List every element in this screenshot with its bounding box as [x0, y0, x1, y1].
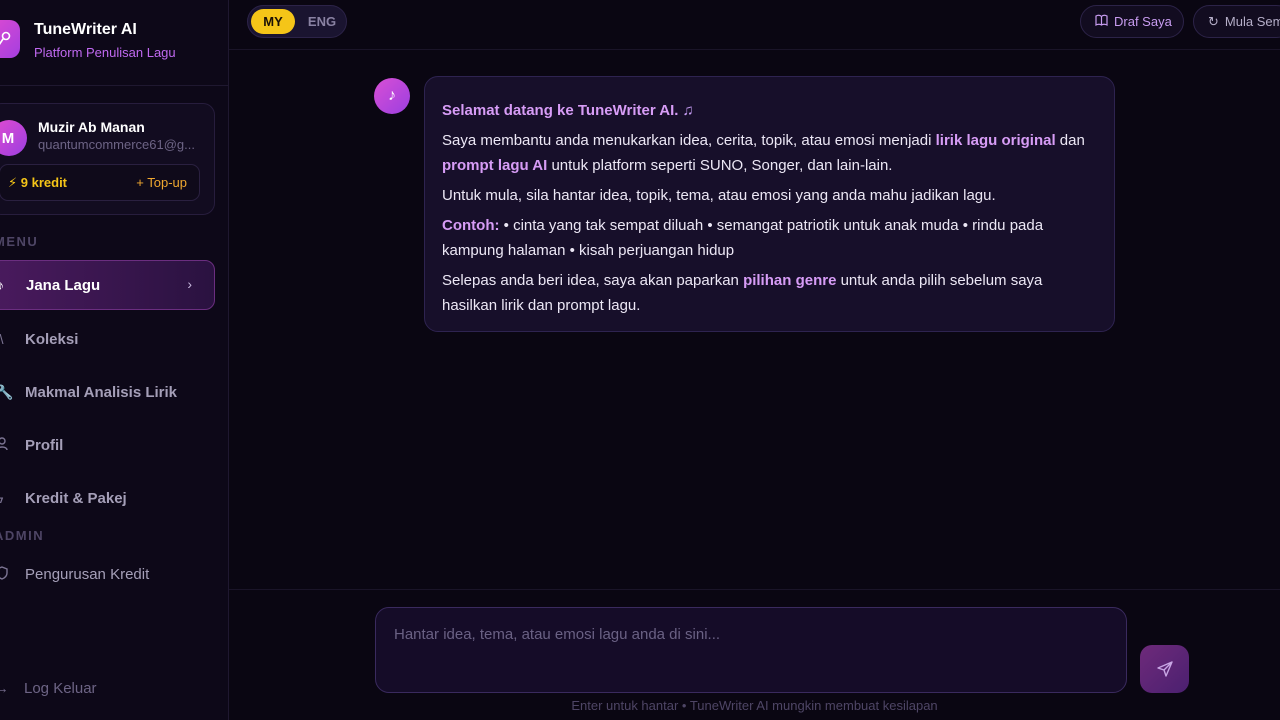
message-paragraph: Contoh: • cinta yang tak sempat diluah •…	[442, 217, 1044, 259]
sidebar-item-label: Kredit & Pakej	[25, 489, 127, 507]
logout-label: Log Keluar	[24, 680, 97, 697]
sidebar-item-kredit[interactable]: ϟ Kredit & Pakej	[0, 473, 215, 523]
sidebar-item-jana-lagu[interactable]: ♪ Jana Lagu ›	[0, 260, 215, 310]
music-note-icon: ♪	[388, 87, 396, 104]
composer-hint: Enter untuk hantar • TuneWriter AI mungk…	[571, 698, 938, 713]
sidebar-item-label: Jana Lagu	[26, 276, 101, 294]
draft-label: Draf Saya	[1114, 14, 1172, 29]
avatar: M	[0, 120, 27, 156]
draft-button[interactable]: Draf Saya	[1080, 5, 1184, 38]
brand-logo	[0, 20, 20, 58]
welcome-line: Selamat datang ke TuneWriter AI. ♫	[442, 102, 694, 119]
refresh-icon: ↻	[1208, 13, 1219, 29]
message-paragraph: Selepas anda beri idea, saya akan papark…	[442, 272, 1043, 314]
assistant-message: Selamat datang ke TuneWriter AI. ♫ Saya m…	[424, 76, 1115, 332]
topbar: MY ENG Draf Saya ↻ Mula Semula	[229, 0, 1280, 50]
menu-section-label: MENU	[0, 234, 39, 249]
shield-icon	[0, 565, 14, 583]
chevron-right-icon: ›	[187, 276, 192, 292]
lightning-icon: ⚡	[8, 175, 18, 190]
brand-subtitle: Platform Penulisan Lagu	[34, 45, 176, 60]
book-icon	[1095, 14, 1108, 29]
brand-title: TuneWriter AI	[34, 21, 137, 38]
library-icon: |\	[0, 331, 4, 347]
user-card: M Muzir Ab Manan quantumcommerce61@g... …	[0, 103, 215, 215]
admin-section-label: ADMIN	[0, 528, 45, 543]
music-notes-icon: ♫	[682, 102, 694, 119]
message-input[interactable]	[375, 607, 1127, 693]
message-paragraph: Saya membantu anda menukarkan idea, ceri…	[442, 132, 1085, 174]
send-button[interactable]	[1140, 645, 1189, 693]
credit-box: ⚡ 9 kredit + Top-up	[0, 164, 200, 201]
logout-button[interactable]: → Log Keluar	[0, 680, 97, 697]
sidebar-item-pengurusan-kredit[interactable]: Pengurusan Kredit	[0, 549, 215, 599]
wrench-icon: 🔧	[0, 383, 14, 400]
message-paragraph: Untuk mula, sila hantar idea, topik, tem…	[442, 187, 996, 204]
sidebar-item-label: Pengurusan Kredit	[25, 565, 150, 583]
sidebar-item-koleksi[interactable]: |\ Koleksi	[0, 314, 215, 364]
sidebar-item-label: Koleksi	[25, 330, 79, 348]
microphone-icon	[0, 31, 11, 45]
language-toggle[interactable]: MY ENG	[247, 5, 347, 38]
lightning-icon: ϟ	[0, 490, 14, 506]
sidebar-item-profil[interactable]: Profil	[0, 420, 215, 470]
bot-avatar: ♪	[374, 78, 410, 114]
restart-button[interactable]: ↻ Mula Semula	[1193, 5, 1280, 38]
send-icon	[1156, 661, 1173, 677]
brand-header: TuneWriter AI Platform Penulisan Lagu	[0, 0, 228, 86]
sidebar-item-makmal[interactable]: 🔧 Makmal Analisis Lirik	[0, 367, 215, 417]
credit-balance: ⚡ 9 kredit	[8, 175, 68, 190]
user-icon	[0, 436, 14, 454]
music-note-icon: ♪	[0, 277, 4, 293]
topup-link[interactable]: + Top-up	[136, 175, 187, 190]
restart-label: Mula Semula	[1224, 14, 1280, 29]
lang-my-button[interactable]: MY	[251, 9, 295, 34]
sidebar-item-label: Profil	[25, 436, 64, 454]
logout-icon: →	[0, 680, 9, 697]
sidebar-item-label: Makmal Analisis Lirik	[25, 383, 178, 401]
sidebar: TuneWriter AI Platform Penulisan Lagu M …	[0, 0, 229, 720]
lang-eng-button[interactable]: ENG	[300, 9, 344, 34]
composer: Enter untuk hantar • TuneWriter AI mungk…	[229, 589, 1280, 720]
user-name: Muzir Ab Manan	[38, 119, 145, 135]
user-email: quantumcommerce61@g...	[38, 137, 195, 152]
